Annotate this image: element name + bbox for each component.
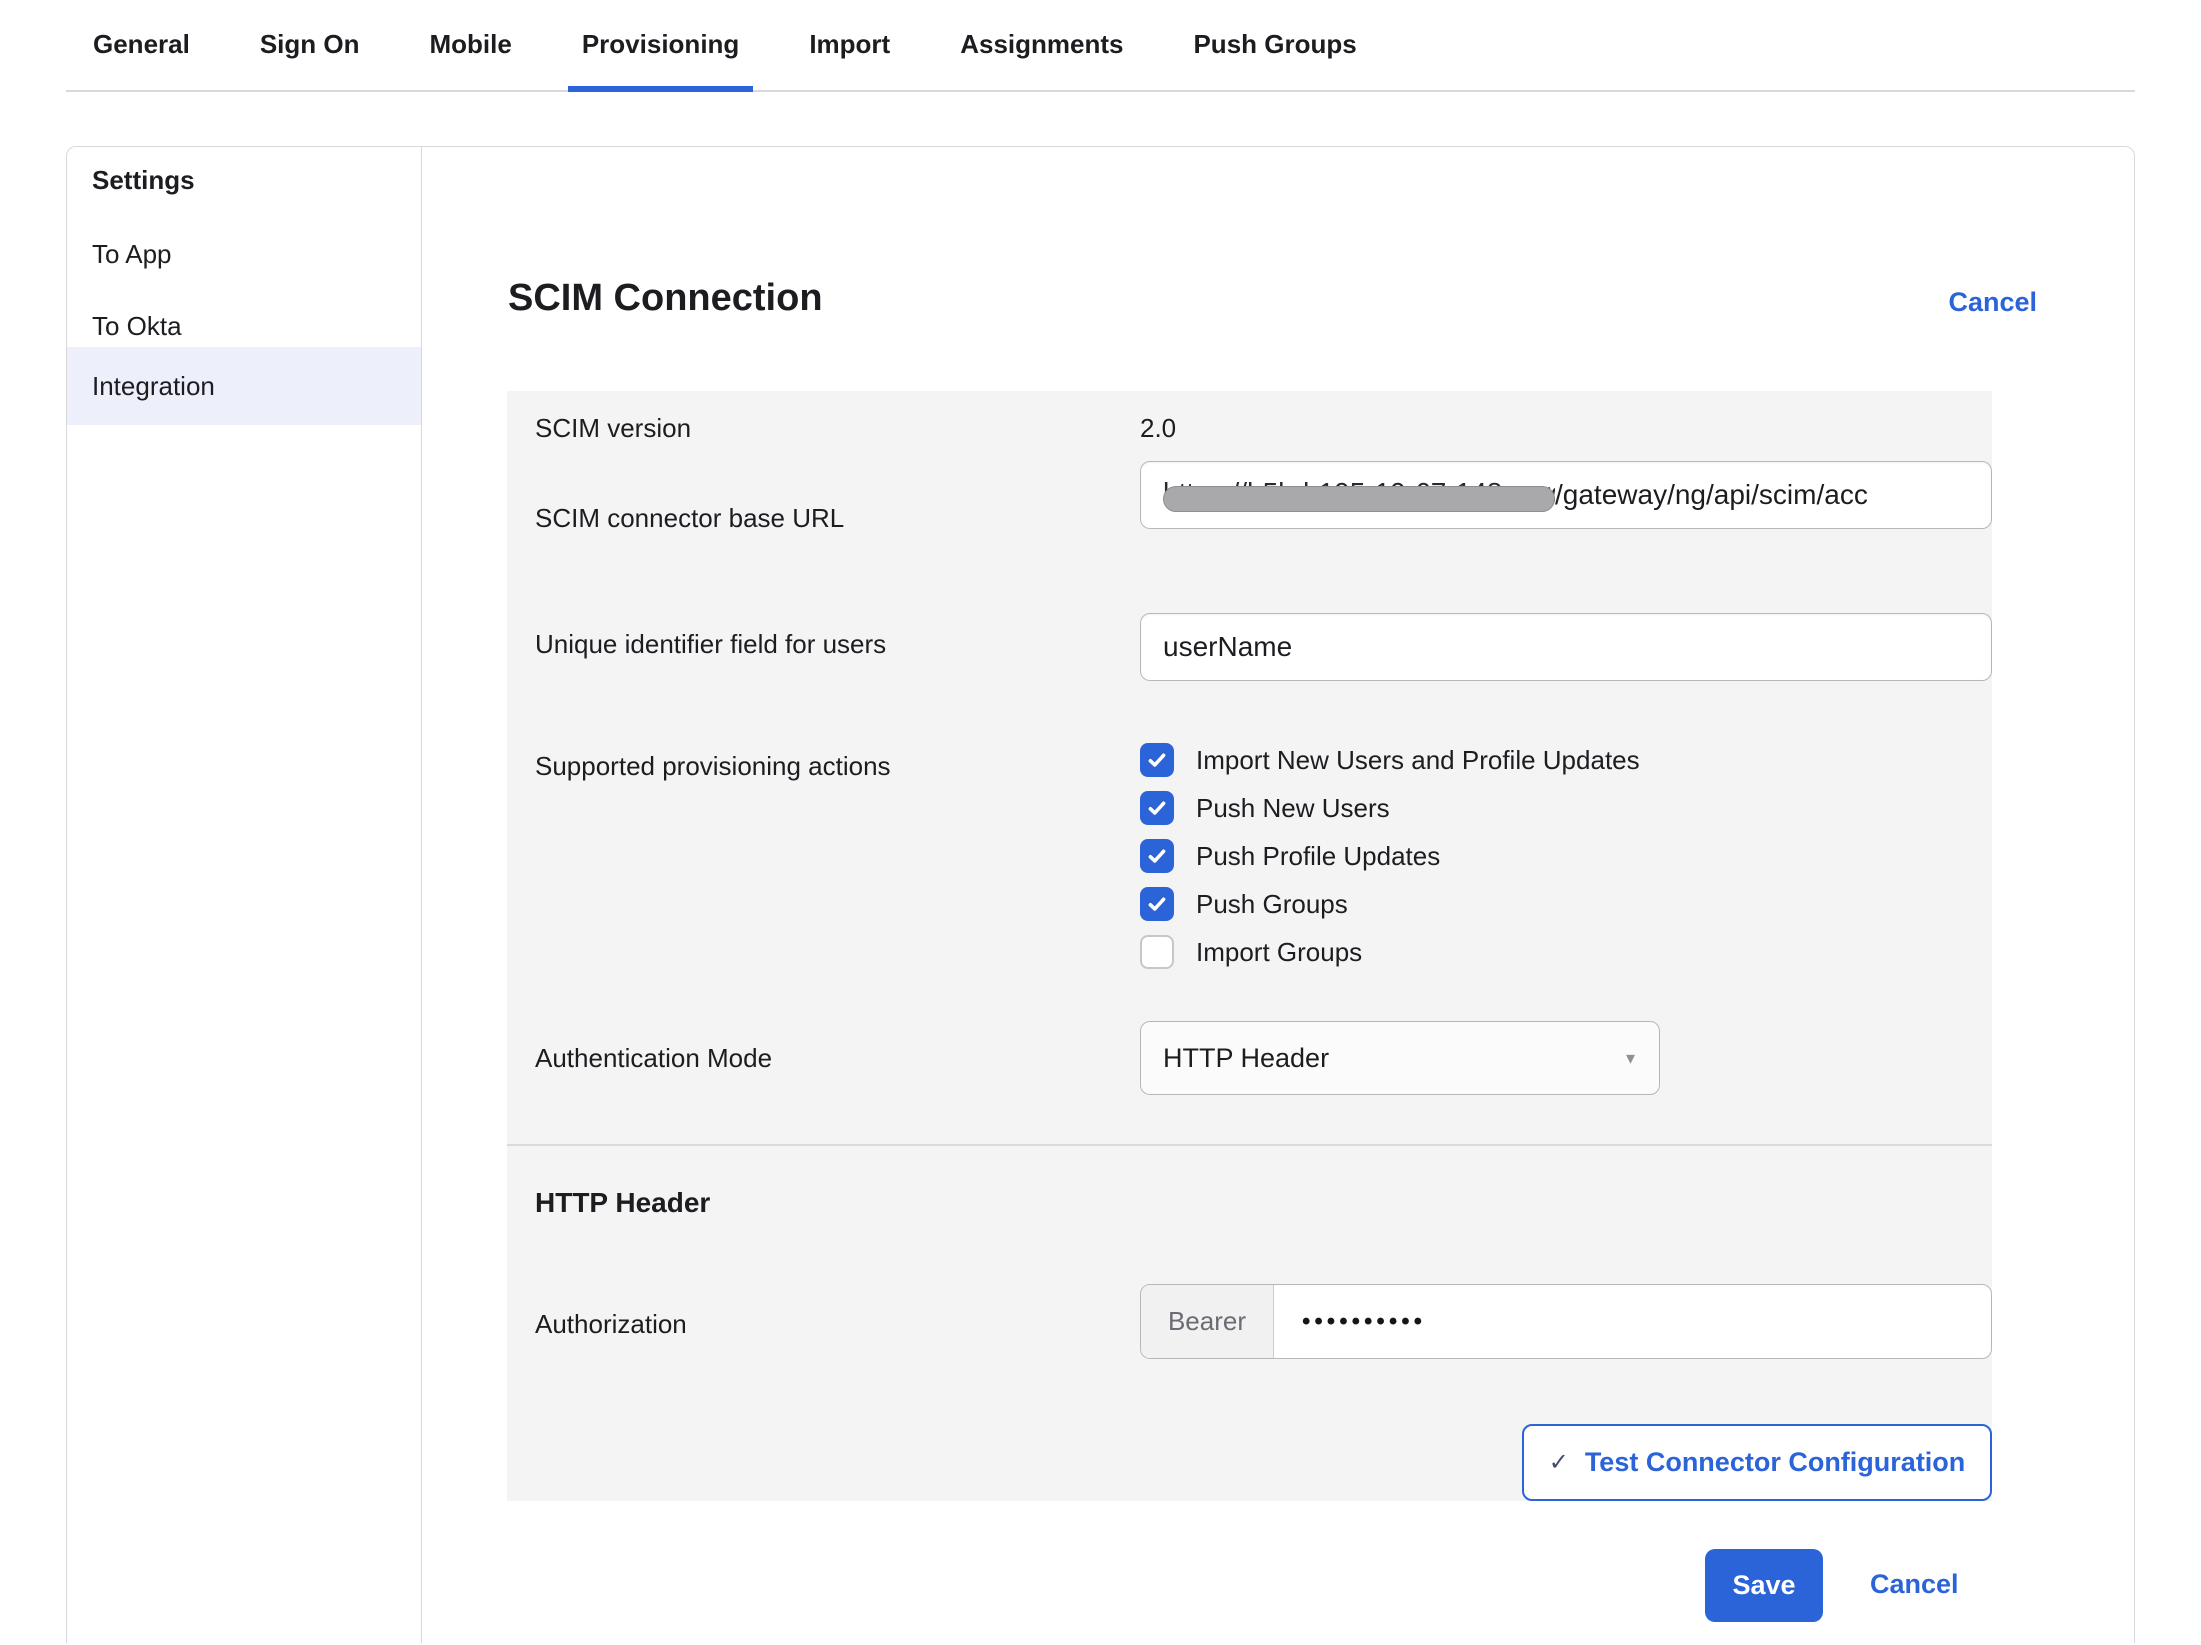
checkbox-icon — [1140, 743, 1174, 777]
cancel-link-bottom[interactable]: Cancel — [1870, 1569, 1959, 1600]
checkmark-icon — [1146, 749, 1168, 771]
checkbox-push-profile-updates[interactable]: Push Profile Updates — [1140, 839, 1440, 873]
settings-sidebar: Settings To App To Okta Integration — [67, 147, 422, 1643]
unique-id-label: Unique identifier field for users — [535, 629, 886, 660]
checkbox-label: Push Profile Updates — [1196, 841, 1440, 872]
checkmark-icon — [1146, 797, 1168, 819]
checkbox-push-new-users[interactable]: Push New Users — [1140, 791, 1390, 825]
scim-version-value: 2.0 — [1140, 413, 1176, 444]
tab-provisioning[interactable]: Provisioning — [582, 0, 739, 90]
check-icon: ✓ — [1549, 1451, 1569, 1475]
tab-general[interactable]: General — [93, 0, 190, 90]
checkbox-icon — [1140, 839, 1174, 873]
test-connector-configuration-button[interactable]: ✓ Test Connector Configuration — [1522, 1424, 1992, 1501]
http-header-section-heading: HTTP Header — [535, 1187, 710, 1219]
auth-mode-select[interactable]: HTTP Header ▾ — [1140, 1021, 1660, 1095]
checkbox-label: Import New Users and Profile Updates — [1196, 745, 1640, 776]
tab-mobile[interactable]: Mobile — [430, 0, 512, 90]
unique-id-value: userName — [1163, 631, 1292, 663]
checkbox-label: Push Groups — [1196, 889, 1348, 920]
authorization-input-group: Bearer •••••••••• — [1140, 1284, 1992, 1359]
test-button-label: Test Connector Configuration — [1585, 1447, 1965, 1478]
auth-mode-value: HTTP Header — [1163, 1043, 1329, 1074]
app-tabbar: General Sign On Mobile Provisioning Impo… — [66, 0, 2135, 92]
cancel-link-top[interactable]: Cancel — [1948, 287, 2037, 318]
redaction-bar: https://h5hd-195-19-67-148.ngrok.io — [1163, 475, 1555, 515]
save-button[interactable]: Save — [1705, 1549, 1823, 1622]
tab-assignments[interactable]: Assignments — [960, 0, 1123, 90]
base-url-input[interactable]: https://h5hd-195-19-67-148.ngrok.io /gat… — [1140, 461, 1992, 529]
sidebar-item-integration[interactable]: Integration — [67, 347, 421, 425]
bearer-prefix: Bearer — [1141, 1285, 1274, 1358]
checkbox-label: Push New Users — [1196, 793, 1390, 824]
checkbox-import-new-users[interactable]: Import New Users and Profile Updates — [1140, 743, 1640, 777]
authorization-token-input[interactable]: •••••••••• — [1274, 1285, 1426, 1358]
checkbox-push-groups[interactable]: Push Groups — [1140, 887, 1348, 921]
authorization-label: Authorization — [535, 1309, 687, 1340]
scim-connection-form: SCIM version 2.0 SCIM connector base URL… — [507, 391, 1992, 1501]
page-title: SCIM Connection — [508, 277, 823, 320]
scim-version-label: SCIM version — [535, 413, 691, 444]
unique-id-input[interactable]: userName — [1140, 613, 1992, 681]
checkbox-icon — [1140, 935, 1174, 969]
checkmark-icon — [1146, 893, 1168, 915]
auth-mode-label: Authentication Mode — [535, 1043, 772, 1074]
base-url-visible-tail: /gateway/ng/api/scim/acc — [1555, 479, 1868, 511]
sidebar-heading: Settings — [92, 165, 195, 196]
tab-push-groups[interactable]: Push Groups — [1193, 0, 1356, 90]
checkmark-icon — [1146, 845, 1168, 867]
base-url-label: SCIM connector base URL — [535, 503, 844, 534]
checkbox-label: Import Groups — [1196, 937, 1362, 968]
provisioning-actions-label: Supported provisioning actions — [535, 751, 891, 782]
checkbox-icon — [1140, 887, 1174, 921]
provisioning-settings-card: Settings To App To Okta Integration SCIM… — [66, 146, 2135, 1643]
sidebar-item-to-app[interactable]: To App — [67, 215, 421, 293]
checkbox-icon — [1140, 791, 1174, 825]
dropdown-caret-icon: ▾ — [1626, 1048, 1635, 1069]
tab-import[interactable]: Import — [809, 0, 890, 90]
scim-connection-main: SCIM Connection Cancel SCIM version 2.0 … — [422, 147, 2134, 1643]
checkbox-import-groups[interactable]: Import Groups — [1140, 935, 1362, 969]
tab-sign-on[interactable]: Sign On — [260, 0, 360, 90]
section-divider — [507, 1144, 1992, 1146]
